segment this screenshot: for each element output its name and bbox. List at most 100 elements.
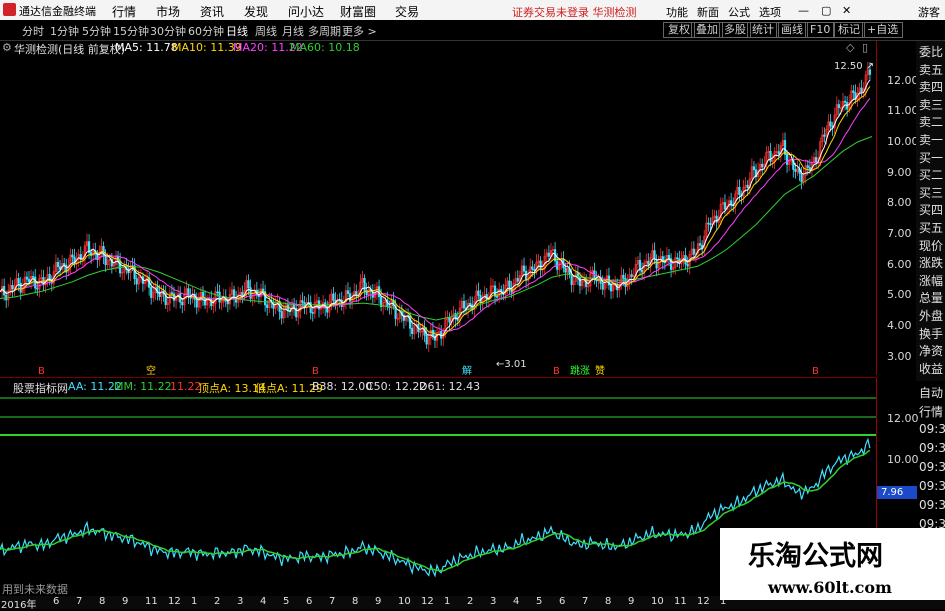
quote-field-label[interactable]: 卖一 [919,131,943,148]
candle-body [647,260,650,265]
candle-body [216,291,219,294]
period-15min[interactable]: 15分钟 [113,23,149,39]
period-daily[interactable]: 日线 [226,23,248,39]
date-axis-tick: 11 [674,596,687,607]
menu-item-quotes[interactable]: 行情 [112,3,136,20]
kline-chart[interactable]: 12.50 ↗ ←3.01 B 空 B 解 B 跳涨赞 B [0,41,876,375]
candle-body [150,287,153,298]
candle-body [860,87,863,93]
period-weekly[interactable]: 周线 [255,23,277,39]
stats-button[interactable]: 统计 [747,22,779,38]
candle-body [181,301,184,306]
candle-body [522,265,526,272]
stock-name[interactable]: 华测检测(日线 前复权) [14,41,125,57]
mark-button[interactable]: 标记 [833,22,865,38]
menu-item-market[interactable]: 市场 [156,3,180,20]
menu-item-discover[interactable]: 发现 [244,3,268,20]
date-axis-tick: 9 [122,596,129,607]
period-monthly[interactable]: 月线 [282,23,304,39]
period-30min[interactable]: 30分钟 [150,23,186,39]
add-watchlist-button[interactable]: +自选 [862,22,904,38]
layout-menu[interactable]: 新面 [697,4,719,20]
gear-icon[interactable]: ⚙ [2,41,12,54]
candle-body [777,151,780,155]
menu-item-trade[interactable]: 交易 [395,3,419,20]
quote-field-label[interactable]: 净资 [919,342,943,359]
c50-value: C50: 12.22 [366,380,427,393]
candle-body [692,248,695,255]
signal-marker: B [312,366,319,375]
period-1min[interactable]: 1分钟 [50,23,79,39]
quote-field-label[interactable]: 收益 [919,360,943,377]
options-menu[interactable]: 选项 [759,4,781,20]
time-entry[interactable]: 09:30 [919,441,945,455]
quote-field-label[interactable]: 换手 [919,325,943,342]
time-entry[interactable]: 09:30 [919,460,945,474]
quote-field-label[interactable]: 买三 [919,184,943,201]
quote-field-label[interactable]: 现价 [919,237,943,254]
candle-body [508,280,511,290]
candle-body [686,263,689,267]
draw-button[interactable]: 画线 [776,22,808,38]
chart-settings-icon[interactable]: ◇ [846,41,854,54]
menu-item-news[interactable]: 资讯 [200,3,224,20]
login-notice[interactable]: 证券交易未登录 华测检测 [512,4,637,20]
menu-item-wealth[interactable]: 财富圈 [340,3,376,20]
quote-side-panel: 委比 卖五 卖四 卖三 卖二 卖一 买一 买二 买三 买四 买五 现价 涨跌 涨幅 总量 外盘 换手 净资 收益 [916,41,945,381]
date-axis-tick: 12 [168,596,181,607]
indicator-name[interactable]: 股票指标网 [13,380,68,396]
period-more[interactable]: 更多 > [342,23,377,39]
candle-body [25,276,29,280]
quote-field-label[interactable]: 买一 [919,149,943,166]
candle-body [477,290,480,296]
ma60-line [0,136,873,321]
minimize-icon[interactable]: — [798,4,809,17]
app-title: 通达信金融终端 [19,5,96,18]
quote-field-label[interactable]: 卖五 [919,61,943,78]
side-tab-label[interactable]: 自动 [919,384,943,401]
formula-menu[interactable]: 公式 [728,4,750,20]
candle-body [852,90,855,93]
close-icon[interactable]: ✕ [842,4,851,17]
quote-field-label[interactable]: 涨幅 [919,272,943,289]
candle-body [655,259,658,269]
quote-field-label[interactable]: 总量 [919,289,943,306]
quote-field-label[interactable]: 买五 [919,219,943,236]
quote-field-label[interactable]: 卖三 [919,96,943,113]
signal-marker: 赞 [595,364,605,375]
candle-body [365,290,368,295]
period-multi[interactable]: 多周期 [308,23,341,39]
candle-body [266,304,269,308]
function-menu[interactable]: 功能 [666,4,688,20]
time-entry[interactable]: 09:30 [919,479,945,493]
quote-field-label[interactable]: 买四 [919,201,943,218]
menu-item-ask[interactable]: 问小达 [288,3,324,20]
candle-body [11,284,14,290]
time-entry[interactable]: 09:30 [919,422,945,436]
period-60min[interactable]: 60分钟 [188,23,224,39]
indicator-info-bar: 股票指标网 AA: 11.22 MM: 11.22 11.22 顶点A: 13.… [0,380,876,396]
ma10-line [0,86,871,337]
candle-body [570,273,573,286]
date-axis-tick: 8 [352,596,359,607]
quote-field-label[interactable]: 涨跌 [919,254,943,271]
period-intraday[interactable]: 分时 [22,23,44,39]
period-5min[interactable]: 5分钟 [82,23,111,39]
expand-icon[interactable]: ▯ [862,41,868,54]
quote-field-label[interactable]: 卖四 [919,78,943,95]
quote-field-label[interactable]: 卖二 [919,113,943,130]
side-tab-label[interactable]: 行情 [919,403,943,420]
date-axis-tick: 3 [490,596,497,607]
candle-body [531,266,534,270]
date-axis-tick: 10 [651,596,664,607]
login-user[interactable]: 游客 [918,4,940,20]
quote-field-label[interactable]: 外盘 [919,307,943,324]
candle-body [170,292,174,295]
time-entry[interactable]: 09:30 [919,498,945,512]
quote-field-label[interactable]: 买二 [919,166,943,183]
pane-separator[interactable] [0,377,876,378]
quote-field-label[interactable]: 委比 [919,43,943,60]
f10-button[interactable]: F10 [805,22,836,38]
restore-icon[interactable]: ▢ [821,4,831,17]
ma20-line [0,98,871,332]
